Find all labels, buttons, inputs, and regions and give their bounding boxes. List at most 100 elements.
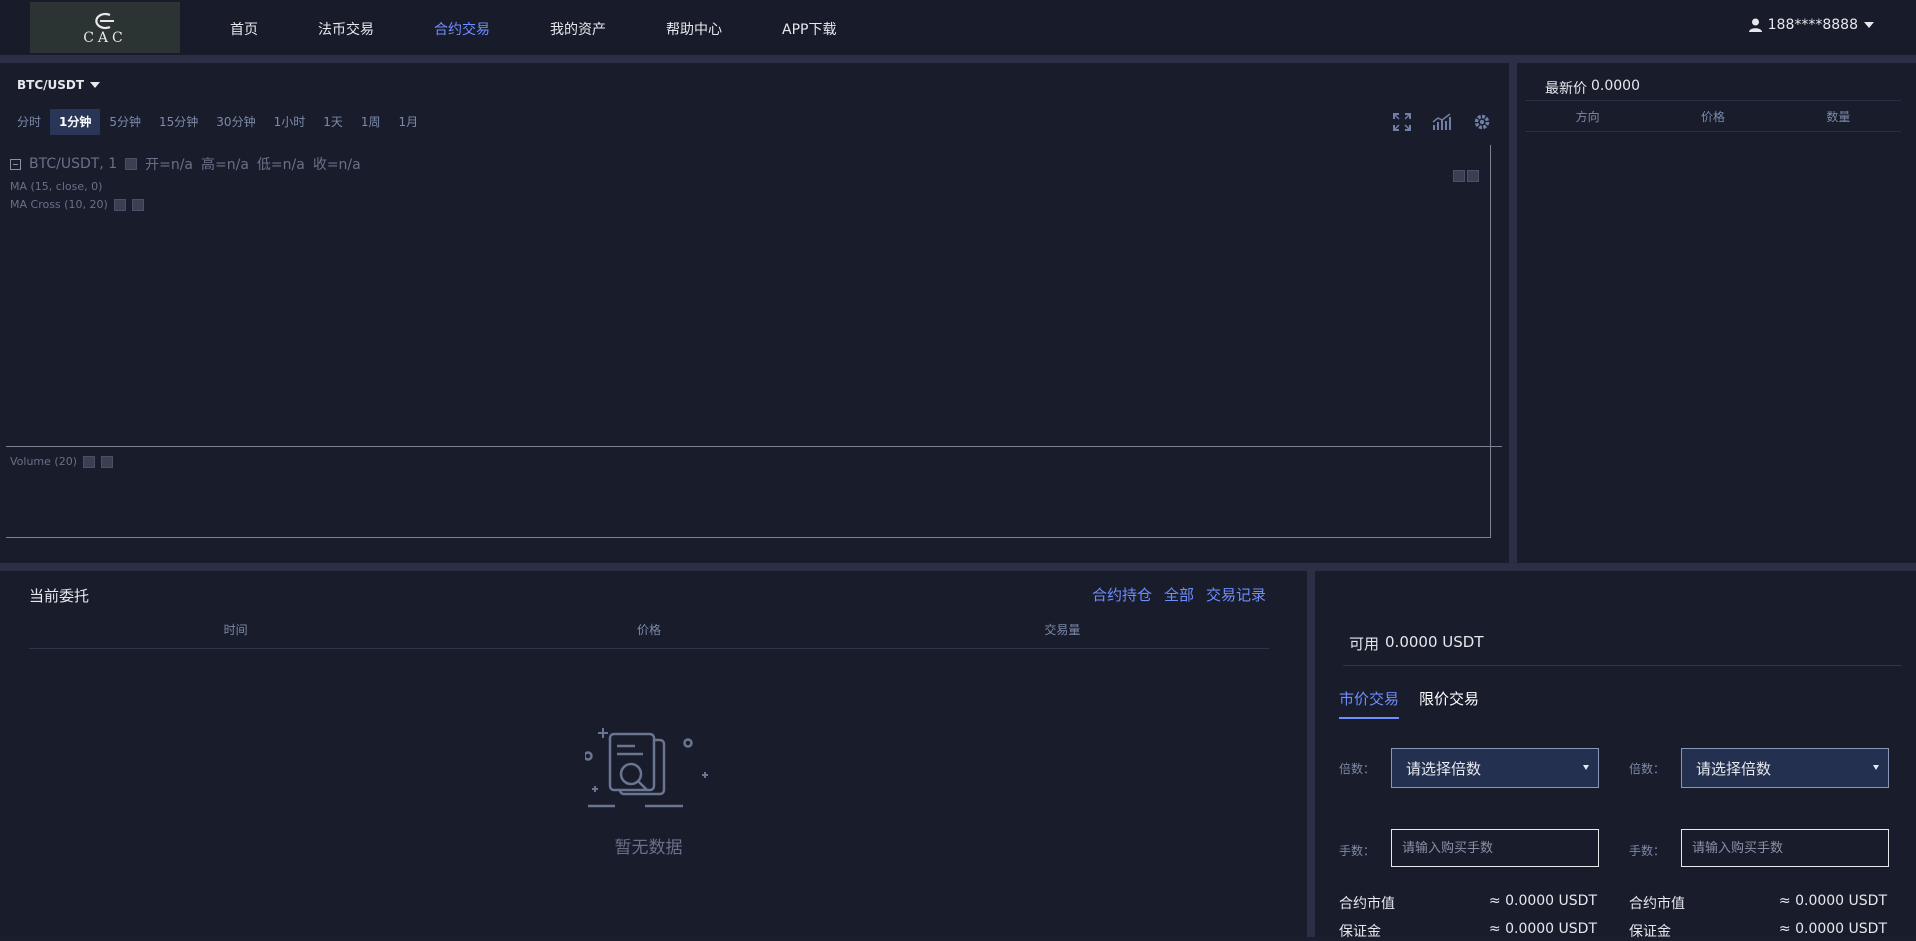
logo-mark: CAC — [70, 9, 140, 47]
multiplier-label-left: 倍数： — [1339, 762, 1376, 776]
contract-value-row-right: 合约市值 ≈ 0.0000 USDT — [1629, 893, 1887, 913]
fullscreen-icon[interactable] — [1391, 111, 1413, 133]
nav-item-contract-trade[interactable]: 合约交易 — [434, 19, 490, 39]
order-type-tabs: 市价交易 限价交易 — [1339, 688, 1479, 719]
column-header-price: 价格 — [1700, 109, 1725, 124]
indicator-icon[interactable] — [1431, 111, 1453, 133]
scale-buttons — [1453, 170, 1479, 182]
study-legend-ma-cross: MA Cross (10, 20) — [10, 198, 144, 211]
user-phone: 188****8888 — [1767, 17, 1858, 33]
latest-trades-panel: 最新价 0.0000 方向 价格 数量 — [1517, 63, 1916, 563]
margin-label: 保证金 — [1339, 924, 1381, 940]
available-label: 可用 — [1349, 635, 1380, 653]
tab-limit-order[interactable]: 限价交易 — [1419, 688, 1479, 719]
scroll-down-icon[interactable] — [1453, 170, 1465, 182]
settings-icon[interactable] — [83, 455, 95, 468]
multiplier-select-right[interactable]: 请选择倍数 — [1681, 748, 1889, 788]
margin-value: ≈ 0.0000 USDT — [1488, 921, 1597, 937]
interval-tab[interactable]: 5分钟 — [100, 109, 150, 135]
lots-label-left: 手数： — [1339, 844, 1376, 858]
pair-label: BTC/USDT — [17, 78, 85, 92]
empty-state-text: 暂无数据 — [614, 838, 683, 858]
interval-tab[interactable]: 1天 — [314, 109, 352, 135]
available-balance: 可用 0.0000 USDT — [1349, 633, 1483, 654]
lots-input-left[interactable] — [1391, 829, 1599, 867]
tab-market-order[interactable]: 市价交易 — [1339, 688, 1400, 719]
nav-item-fiat-trade[interactable]: 法币交易 — [318, 19, 374, 39]
interval-tab[interactable]: 1周 — [352, 109, 390, 135]
settings-icon[interactable] — [125, 158, 138, 170]
orders-links: 合约持仓 全部 交易记录 — [1092, 584, 1266, 605]
trades-table-header: 方向 价格 数量 — [1525, 100, 1901, 132]
chevron-down-icon — [1583, 765, 1589, 770]
pane-divider[interactable] — [6, 446, 1502, 447]
study-volume-label: Volume (20) — [10, 455, 77, 468]
multiplier-value-left: 请选择倍数 — [1406, 759, 1482, 778]
divider — [0, 563, 1916, 571]
interval-tab[interactable]: 分时 — [8, 109, 50, 135]
divider — [1343, 665, 1902, 666]
column-header-volume: 交易量 — [1044, 623, 1081, 637]
study-ma-label: MA (15, close, 0) — [10, 180, 103, 193]
interval-tab[interactable]: 15分钟 — [150, 109, 207, 135]
contract-value-row-left: 合约市值 ≈ 0.0000 USDT — [1339, 893, 1597, 913]
interval-tab[interactable]: 30分钟 — [207, 109, 264, 135]
gear-icon[interactable] — [1471, 111, 1493, 133]
column-header-quantity: 数量 — [1826, 109, 1851, 124]
lots-input-right[interactable] — [1681, 829, 1889, 867]
lots-label-right: 手数： — [1629, 844, 1666, 858]
chart-canvas[interactable] — [6, 145, 1491, 538]
nav-item-app-download[interactable]: APP下载 — [782, 19, 836, 39]
current-orders-panel: 当前委托 合约持仓 全部 交易记录 时间 价格 交易量 暂无数据 — [0, 571, 1307, 937]
nav-item-home[interactable]: 首页 — [230, 19, 258, 39]
user-icon — [1748, 18, 1762, 32]
collapse-icon[interactable] — [10, 158, 21, 170]
legend-open: 开=n/a — [145, 157, 194, 173]
link-contract-positions[interactable]: 合约持仓 — [1092, 584, 1152, 605]
column-header-direction: 方向 — [1575, 109, 1600, 124]
interval-tab[interactable]: 1月 — [390, 109, 428, 135]
chevron-down-icon — [1873, 765, 1879, 770]
study-legend-volume: Volume (20) — [10, 455, 113, 468]
logo-emblem-icon: CAC — [83, 12, 127, 46]
study-legend-ma: MA (15, close, 0) — [10, 180, 102, 193]
nav-item-help-center[interactable]: 帮助中心 — [666, 19, 722, 39]
multiplier-select-left[interactable]: 请选择倍数 — [1391, 748, 1599, 788]
legend-close: 收=n/a — [312, 157, 361, 173]
contract-value: ≈ 0.0000 USDT — [1778, 893, 1887, 909]
nav-item-my-assets[interactable]: 我的资产 — [550, 19, 606, 39]
chart-toolbar — [1391, 111, 1493, 133]
divider — [1509, 63, 1517, 563]
settings-icon[interactable] — [113, 198, 126, 211]
pair-selector[interactable]: BTC/USDT — [17, 78, 101, 92]
interval-tabs: 分时 1分钟 5分钟 15分钟 30分钟 1小时 1天 1周 1月 — [8, 109, 427, 135]
margin-row-left: 保证金 ≈ 0.0000 USDT — [1339, 921, 1597, 941]
user-menu[interactable]: 188****8888 — [1748, 17, 1874, 33]
contract-value-label: 合约市值 — [1339, 896, 1395, 912]
column-header-time: 时间 — [223, 623, 248, 637]
close-icon[interactable] — [131, 198, 144, 211]
study-ma-cross-label: MA Cross (10, 20) — [10, 198, 108, 211]
svg-text:CAC: CAC — [83, 30, 127, 45]
latest-price-label: 最新价 — [1545, 81, 1587, 97]
link-trade-history[interactable]: 交易记录 — [1206, 584, 1266, 605]
empty-document-icon — [583, 726, 710, 825]
divider — [0, 55, 1916, 63]
contract-value-label: 合约市值 — [1629, 896, 1685, 912]
top-navigation-bar: CAC 首页 法币交易 合约交易 我的资产 帮助中心 APP下载 188****… — [0, 0, 1916, 55]
chevron-down-icon — [1864, 22, 1874, 28]
contract-value: ≈ 0.0000 USDT — [1488, 893, 1597, 909]
close-icon[interactable] — [101, 455, 113, 468]
multiplier-label-right: 倍数： — [1629, 762, 1666, 776]
link-all[interactable]: 全部 — [1164, 584, 1194, 605]
interval-tab[interactable]: 1小时 — [265, 109, 315, 135]
series-legend: BTC/USDT, 1 开=n/a 高=n/a 低=n/a 收=n/a — [10, 154, 361, 174]
orders-table-header: 时间 价格 交易量 — [29, 611, 1269, 649]
column-header-price: 价格 — [636, 623, 661, 637]
brand-logo[interactable]: CAC — [30, 2, 180, 53]
scroll-up-icon[interactable] — [1467, 170, 1479, 182]
chevron-down-icon — [90, 82, 101, 88]
legend-low: 低=n/a — [256, 157, 305, 173]
available-value: 0.0000 USDT — [1385, 633, 1484, 651]
interval-tab[interactable]: 1分钟 — [50, 109, 101, 135]
